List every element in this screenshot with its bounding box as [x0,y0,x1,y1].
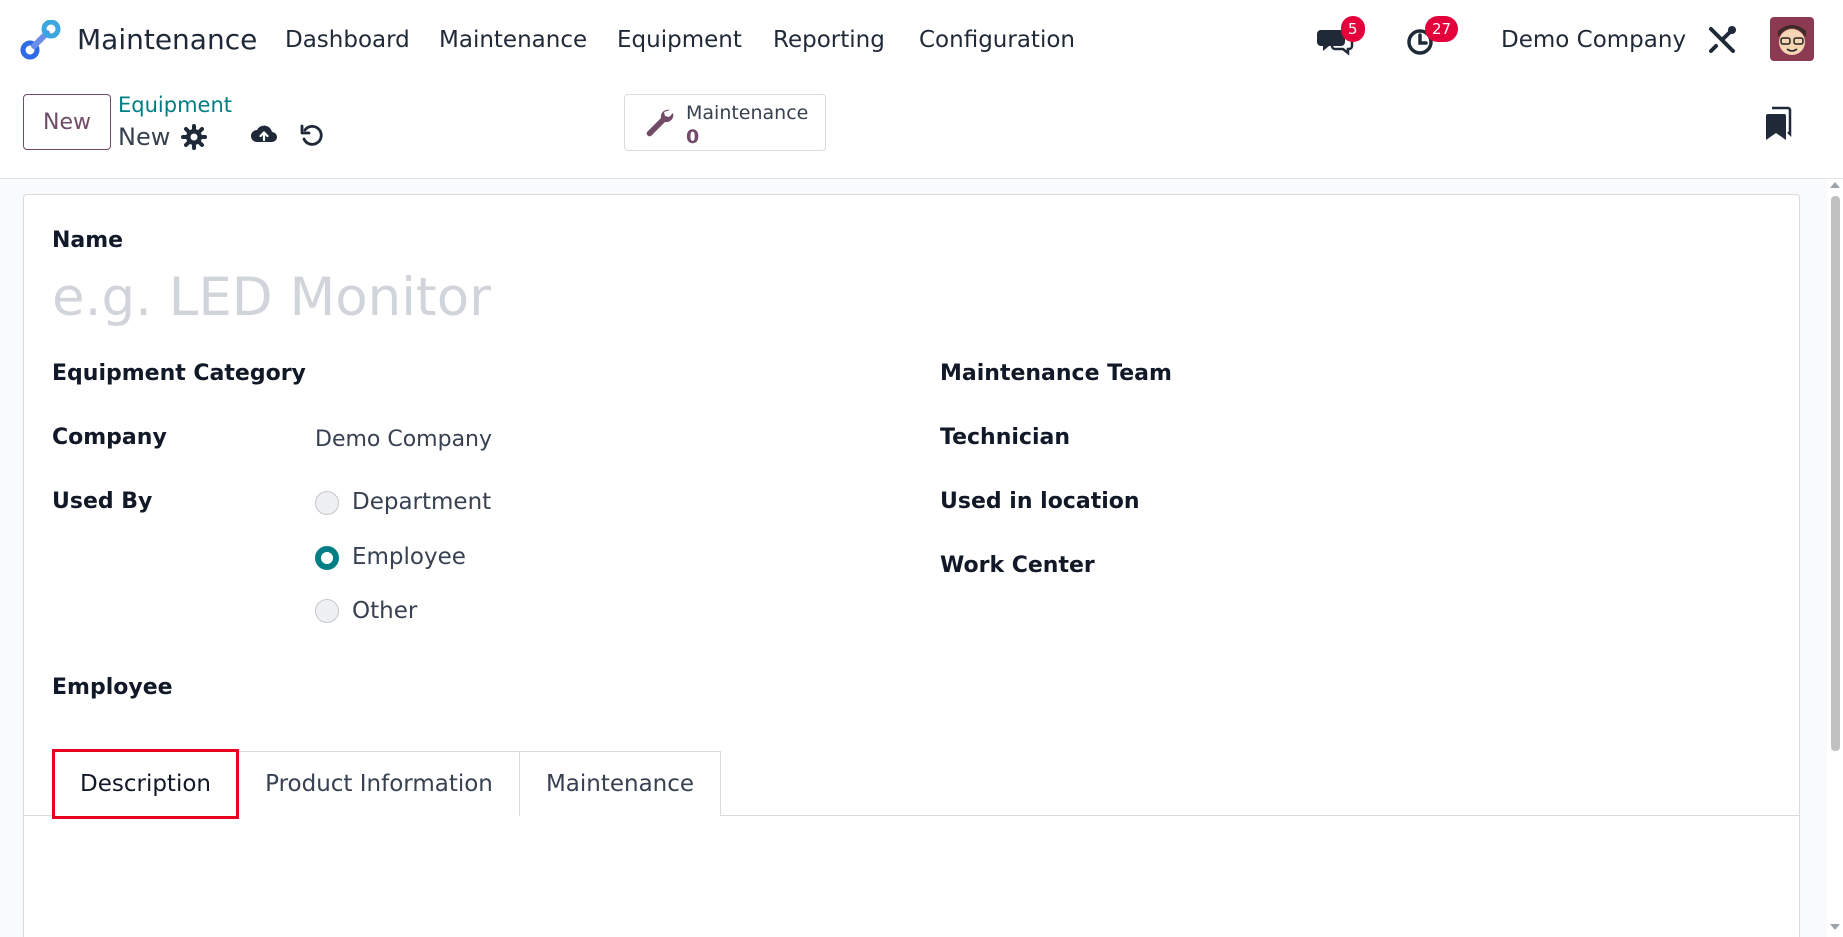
company-value[interactable]: Demo Company [315,425,492,455]
maintenance-team-label: Maintenance Team [940,361,1172,386]
employee-label: Employee [52,675,173,700]
wrench-icon [646,109,674,137]
work-center-label: Work Center [940,553,1095,578]
tab-description[interactable]: Description [52,749,239,819]
equipment-category-label: Equipment Category [52,361,306,386]
vertical-scrollbar[interactable] [1827,179,1843,937]
radio-other-label[interactable]: Other [352,596,417,626]
radio-other[interactable] [315,599,339,623]
menu-maintenance[interactable]: Maintenance [439,22,587,58]
maintenance-smart-button[interactable]: Maintenance 0 [624,94,826,151]
radio-department-label[interactable]: Department [352,487,491,517]
activities-badge: 27 [1425,16,1459,42]
scroll-down-arrow[interactable] [1830,924,1840,930]
new-button[interactable]: New [23,94,111,150]
discard-undo-icon[interactable] [298,121,326,149]
breadcrumb-equipment[interactable]: Equipment [118,91,232,119]
tab-product-information[interactable]: Product Information [238,751,520,816]
scroll-thumb[interactable] [1831,196,1840,751]
menu-dashboard[interactable]: Dashboard [285,22,410,58]
radio-department[interactable] [315,491,339,515]
tab-maintenance[interactable]: Maintenance [519,751,721,816]
smart-button-count: 0 [686,126,700,148]
app-name[interactable]: Maintenance [77,20,257,60]
radio-employee-label[interactable]: Employee [352,542,466,572]
smart-button-label: Maintenance [686,102,809,124]
name-input[interactable] [52,262,852,332]
company-label: Company [52,425,167,450]
bookmark-icon[interactable] [1764,106,1794,142]
menu-configuration[interactable]: Configuration [919,22,1075,58]
maintenance-logo-icon[interactable] [20,20,62,60]
gear-icon[interactable] [180,123,208,151]
user-avatar[interactable] [1770,17,1814,61]
menu-reporting[interactable]: Reporting [773,22,885,58]
used-by-label: Used By [52,489,153,514]
name-label: Name [52,228,124,253]
scroll-up-arrow[interactable] [1830,182,1840,188]
technician-label: Technician [940,425,1071,450]
breadcrumb-current: New [118,123,171,151]
menu-equipment[interactable]: Equipment [617,22,742,58]
cloud-upload-icon[interactable] [250,121,278,149]
tools-icon[interactable] [1702,20,1742,60]
radio-employee[interactable] [315,546,339,570]
company-switcher[interactable]: Demo Company [1501,22,1686,58]
used-in-location-label: Used in location [940,489,1140,514]
top-navbar: Maintenance Dashboard Maintenance Equipm… [0,0,1843,78]
messages-badge: 5 [1341,16,1365,42]
